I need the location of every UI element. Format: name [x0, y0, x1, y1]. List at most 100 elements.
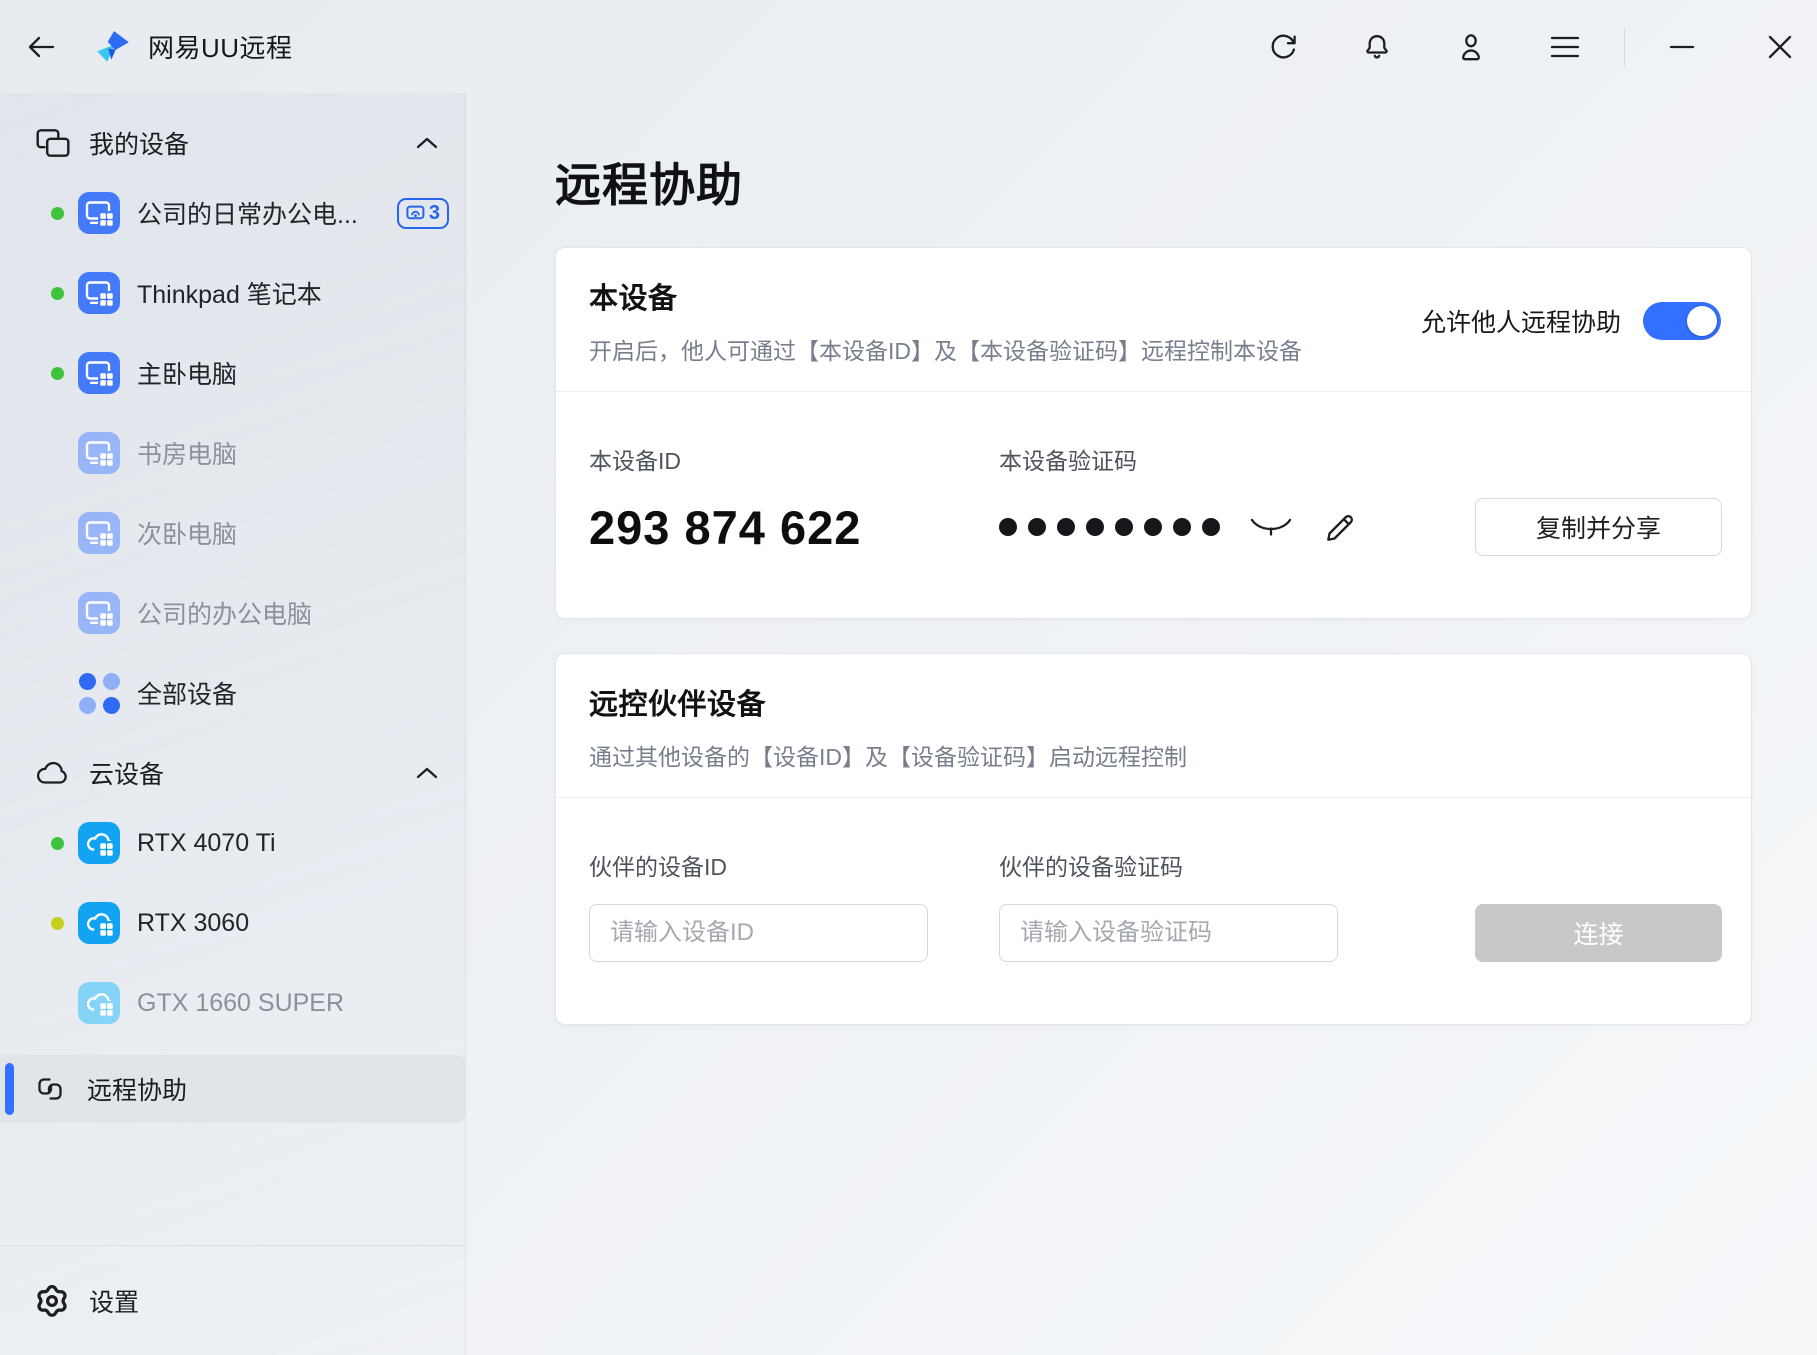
- partner-card-title: 远控伙伴设备: [589, 681, 1187, 723]
- cloud-device-icon: [78, 902, 120, 944]
- device-row[interactable]: 公司的办公电脑: [0, 573, 465, 653]
- account-button[interactable]: [1448, 24, 1494, 70]
- local-device-card: 本设备 开启后，他人可通过【本设备ID】及【本设备验证码】远程控制本设备 允许他…: [555, 247, 1752, 619]
- close-icon: [1767, 34, 1793, 60]
- device-row[interactable]: 次卧电脑: [0, 493, 465, 573]
- partner-id-label: 伙伴的设备ID: [589, 848, 999, 882]
- hamburger-icon: [1549, 33, 1581, 61]
- pencil-icon: [1322, 509, 1358, 545]
- sidebar: 我的设备 公司的日常办公电... 3: [0, 93, 466, 1355]
- device-name: 公司的日常办公电...: [137, 195, 358, 231]
- device-row[interactable]: Thinkpad 笔记本: [0, 253, 465, 333]
- device-row[interactable]: 全部设备: [0, 653, 465, 733]
- local-card-title: 本设备: [589, 275, 1302, 317]
- device-status-dot: [51, 917, 64, 930]
- device-row[interactable]: GTX 1660 SUPER: [0, 963, 465, 1043]
- device-row[interactable]: 主卧电脑: [0, 333, 465, 413]
- app-title: 网易UU远程: [148, 28, 293, 65]
- device-row[interactable]: RTX 3060: [0, 883, 465, 963]
- device-name: RTX 4070 Ti: [137, 829, 276, 858]
- connect-button[interactable]: 连接: [1475, 904, 1722, 962]
- main-content: 远程协助 本设备 开启后，他人可通过【本设备ID】及【本设备验证码】远程控制本设…: [466, 93, 1817, 1355]
- minimize-icon: [1669, 34, 1695, 60]
- sidebar-item-settings[interactable]: 设置: [0, 1245, 465, 1355]
- my-devices-list: 公司的日常办公电... 3 Thinkpad 笔记本: [0, 173, 465, 733]
- device-name: GTX 1660 SUPER: [137, 989, 344, 1018]
- device-name: 全部设备: [137, 675, 237, 711]
- sidebar-item-remote-assist[interactable]: 远程协助: [0, 1055, 465, 1123]
- refresh-button[interactable]: [1260, 24, 1306, 70]
- remote-assist-icon: [33, 1073, 67, 1105]
- toggle-knob: [1687, 306, 1717, 336]
- pc-device-icon: [78, 512, 120, 554]
- cloud-section-icon: [33, 758, 73, 788]
- copy-share-button[interactable]: 复制并分享: [1475, 498, 1722, 556]
- section-label: 我的设备: [89, 125, 189, 161]
- back-arrow-icon: [26, 34, 56, 60]
- close-button[interactable]: [1757, 24, 1803, 70]
- pc-device-icon: [78, 192, 120, 234]
- device-name: Thinkpad 笔记本: [137, 275, 322, 311]
- device-row[interactable]: 公司的日常办公电... 3: [0, 173, 465, 253]
- cloud-device-icon: [78, 982, 120, 1024]
- device-name: RTX 3060: [137, 909, 249, 938]
- menu-button[interactable]: [1542, 24, 1588, 70]
- back-button[interactable]: [18, 24, 64, 70]
- device-row[interactable]: 书房电脑: [0, 413, 465, 493]
- device-name: 公司的办公电脑: [137, 595, 312, 631]
- sidebar-section-my-devices[interactable]: 我的设备: [0, 113, 465, 173]
- titlebar-divider: [1624, 28, 1625, 66]
- device-id-label: 本设备ID: [589, 442, 999, 476]
- pc-device-icon: [78, 432, 120, 474]
- pc-device-icon: [78, 272, 120, 314]
- app-logo: [94, 28, 132, 66]
- device-status-dot: [51, 287, 64, 300]
- pc-device-icon: [78, 592, 120, 634]
- chevron-up-icon[interactable]: [415, 766, 439, 780]
- app-window: 网易UU远程: [0, 0, 1817, 1355]
- device-status-dot: [51, 837, 64, 850]
- title-bar: 网易UU远程: [0, 0, 1817, 93]
- device-name: 主卧电脑: [137, 355, 237, 391]
- notifications-button[interactable]: [1354, 24, 1400, 70]
- allow-remote-toggle[interactable]: [1643, 302, 1721, 340]
- session-count: 3: [429, 202, 440, 225]
- gear-icon: [35, 1284, 69, 1318]
- bell-icon: [1362, 32, 1392, 62]
- partner-card-description: 通过其他设备的【设备ID】及【设备验证码】启动远程控制: [589, 738, 1187, 772]
- partner-id-input[interactable]: [589, 904, 928, 962]
- device-name: 次卧电脑: [137, 515, 237, 551]
- screen-cast-icon: [406, 205, 425, 221]
- partner-device-card: 远控伙伴设备 通过其他设备的【设备ID】及【设备验证码】启动远程控制 伙伴的设备…: [555, 653, 1752, 1025]
- device-status-dot: [51, 207, 64, 220]
- title-bar-actions: [1236, 24, 1809, 70]
- minimize-button[interactable]: [1659, 24, 1705, 70]
- settings-label: 设置: [89, 1283, 139, 1319]
- masked-verification-code: [999, 518, 1220, 536]
- device-row[interactable]: RTX 4070 Ti: [0, 803, 465, 883]
- page-title: 远程协助: [555, 149, 1752, 215]
- chevron-up-icon[interactable]: [415, 136, 439, 150]
- refresh-icon: [1268, 32, 1298, 62]
- section-label: 云设备: [89, 755, 164, 791]
- edit-code-button[interactable]: [1322, 509, 1358, 545]
- user-icon: [1456, 32, 1486, 62]
- local-card-description: 开启后，他人可通过【本设备ID】及【本设备验证码】远程控制本设备: [589, 332, 1302, 366]
- partner-code-input[interactable]: [999, 904, 1338, 962]
- remote-session-badge: 3: [397, 198, 449, 229]
- cloud-device-icon: [78, 822, 120, 864]
- partner-code-label: 伙伴的设备验证码: [999, 848, 1475, 882]
- device-id-value: 293 874 622: [589, 500, 861, 555]
- sidebar-section-cloud-devices[interactable]: 云设备: [0, 743, 465, 803]
- my-devices-icon: [33, 127, 73, 159]
- remote-assist-label: 远程协助: [87, 1071, 187, 1107]
- eye-closed-icon: [1248, 513, 1294, 541]
- allow-remote-toggle-label: 允许他人远程协助: [1421, 303, 1621, 339]
- pc-device-icon: [78, 352, 120, 394]
- cloud-devices-list: RTX 4070 Ti RTX 3060: [0, 803, 465, 1043]
- device-status-dot: [51, 367, 64, 380]
- all-devices-icon: [78, 672, 120, 714]
- show-code-button[interactable]: [1248, 513, 1294, 541]
- device-code-label: 本设备验证码: [999, 442, 1475, 476]
- device-name: 书房电脑: [137, 435, 237, 471]
